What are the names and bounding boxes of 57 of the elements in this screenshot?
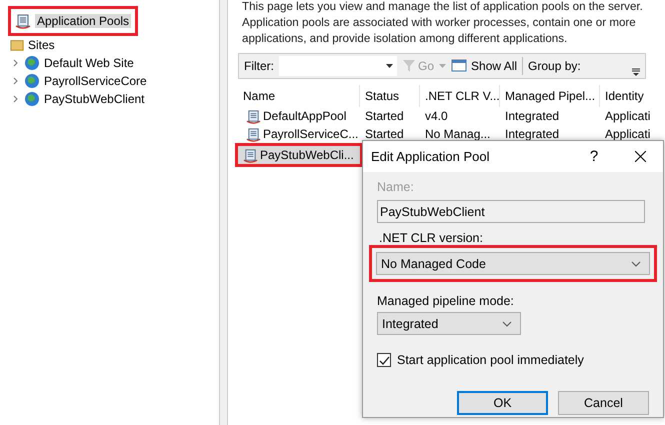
app-pool-icon bbox=[246, 108, 261, 124]
cancel-button[interactable]: Cancel bbox=[558, 391, 649, 415]
clr-version-label: .NET CLR version: bbox=[379, 231, 484, 245]
tree-item[interactable]: PayrollServiceCore bbox=[0, 72, 219, 90]
filter-field[interactable] bbox=[279, 56, 397, 76]
window-icon bbox=[451, 59, 470, 73]
filter-label: Filter: bbox=[244, 59, 274, 73]
table-cell: PayrollServiceC... bbox=[238, 125, 360, 143]
funnel-icon bbox=[402, 59, 416, 73]
table-cell-text: Integrated bbox=[504, 126, 560, 143]
column-header[interactable]: Identity bbox=[600, 85, 665, 107]
table-row[interactable]: DefaultAppPool Started v4.0 Integrated Applicati bbox=[238, 107, 665, 125]
globe-icon bbox=[24, 55, 40, 71]
chevron-icon[interactable] bbox=[12, 59, 20, 67]
ok-button[interactable]: OK bbox=[457, 391, 548, 415]
pipeline-mode-label: Managed pipeline mode: bbox=[377, 294, 515, 308]
tree-item[interactable]: PayStubWebClient bbox=[0, 90, 219, 108]
pipeline-mode-dropdown[interactable]: Integrated bbox=[377, 312, 521, 335]
name-field[interactable]: PayStubWebClient bbox=[377, 200, 645, 223]
close-icon bbox=[634, 151, 646, 162]
table-cell-text: Applicati bbox=[604, 126, 652, 143]
app-pool-icon bbox=[243, 148, 258, 162]
dropdown-arrow-icon bbox=[386, 64, 393, 68]
app-pool-icon bbox=[246, 126, 261, 142]
dialog-title: Edit Application Pool bbox=[371, 149, 491, 164]
show-all-button[interactable]: Show All bbox=[451, 59, 518, 73]
chevron-icon[interactable] bbox=[12, 77, 20, 85]
help-button[interactable]: ? bbox=[571, 141, 617, 172]
table-cell: DefaultAppPool bbox=[238, 107, 360, 125]
app-pool-icon bbox=[15, 13, 31, 29]
table-cell-text: Started bbox=[364, 126, 405, 143]
chevron-icon[interactable] bbox=[12, 95, 20, 103]
table-cell-text: No Manag... bbox=[424, 126, 492, 143]
column-header[interactable]: Status bbox=[360, 85, 420, 107]
table-cell-text: Started bbox=[364, 108, 405, 125]
table-cell-text: v4.0 bbox=[424, 108, 449, 125]
group-by-label: Group by: bbox=[528, 59, 581, 73]
column-header[interactable]: .NET CLR V... bbox=[420, 85, 500, 107]
start-pool-label: Start application pool immediately bbox=[397, 353, 584, 367]
globe-icon bbox=[24, 91, 40, 107]
table-cell-text: Applicati bbox=[604, 108, 652, 125]
overflow-icon[interactable] bbox=[632, 68, 640, 76]
table-cell-text: Integrated bbox=[504, 108, 560, 125]
tree-item[interactable]: Application Pools bbox=[8, 6, 138, 36]
name-label: Name: bbox=[377, 180, 415, 194]
folder-icon bbox=[10, 38, 24, 52]
tree-item[interactable]: Sites bbox=[28, 38, 55, 52]
column-header[interactable]: Managed Pipel... bbox=[500, 85, 600, 107]
globe-icon bbox=[24, 73, 40, 89]
tree-item[interactable]: Default Web Site bbox=[0, 54, 219, 72]
description-text: This page lets you view and manage the list of application pools on the server. Application pools are associated with worker processes, contain one or more applications, and provide isolation among different applications. bbox=[241, 0, 644, 47]
table-row[interactable]: PayrollServiceC... Started No Manag... Integrated Applicati bbox=[238, 125, 665, 143]
column-header[interactable]: Name bbox=[238, 85, 360, 107]
checkbox[interactable] bbox=[377, 353, 391, 367]
chevron-icon bbox=[631, 260, 641, 266]
clr-version-dropdown[interactable]: No Managed Code bbox=[376, 252, 650, 275]
chevron-icon bbox=[502, 320, 512, 326]
